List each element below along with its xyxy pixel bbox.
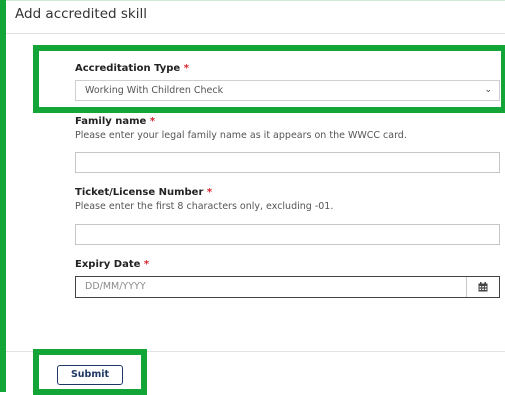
footer-divider — [6, 351, 505, 352]
dialog-title: Add accredited skill — [15, 6, 147, 22]
header-divider — [6, 33, 505, 34]
calendar-icon — [478, 282, 488, 292]
accreditation-type-select[interactable]: Working With Children Check ⌄ — [75, 80, 500, 101]
accreditation-type-value: Working With Children Check — [85, 85, 224, 96]
expiry-date-input[interactable]: DD/MM/YYYY — [75, 276, 500, 298]
left-accent-bar — [0, 0, 6, 392]
family-name-label: Family name * — [75, 116, 155, 127]
required-mark: * — [206, 187, 213, 198]
family-name-input[interactable] — [75, 152, 500, 173]
family-name-help: Please enter your legal family name as i… — [75, 130, 407, 141]
ticket-number-label-text: Ticket/License Number — [75, 187, 204, 198]
ticket-number-label: Ticket/License Number * — [75, 187, 212, 198]
required-mark: * — [143, 259, 150, 270]
accreditation-type-label-text: Accreditation Type — [75, 63, 181, 74]
required-mark: * — [183, 63, 189, 74]
expiry-date-label: Expiry Date * — [75, 259, 149, 270]
accreditation-type-label: Accreditation Type * — [75, 63, 189, 74]
top-border — [6, 0, 505, 1]
expiry-date-label-text: Expiry Date — [75, 259, 141, 270]
ticket-number-help: Please enter the first 8 characters only… — [75, 201, 334, 212]
chevron-down-icon: ⌄ — [484, 85, 492, 95]
submit-button[interactable]: Submit — [57, 365, 123, 385]
family-name-label-text: Family name — [75, 116, 147, 127]
accreditation-type-highlight — [33, 45, 505, 113]
required-mark: * — [149, 116, 156, 127]
ticket-number-input[interactable] — [75, 224, 500, 245]
expiry-date-placeholder: DD/MM/YYYY — [85, 281, 146, 292]
date-picker-button[interactable] — [466, 277, 499, 297]
